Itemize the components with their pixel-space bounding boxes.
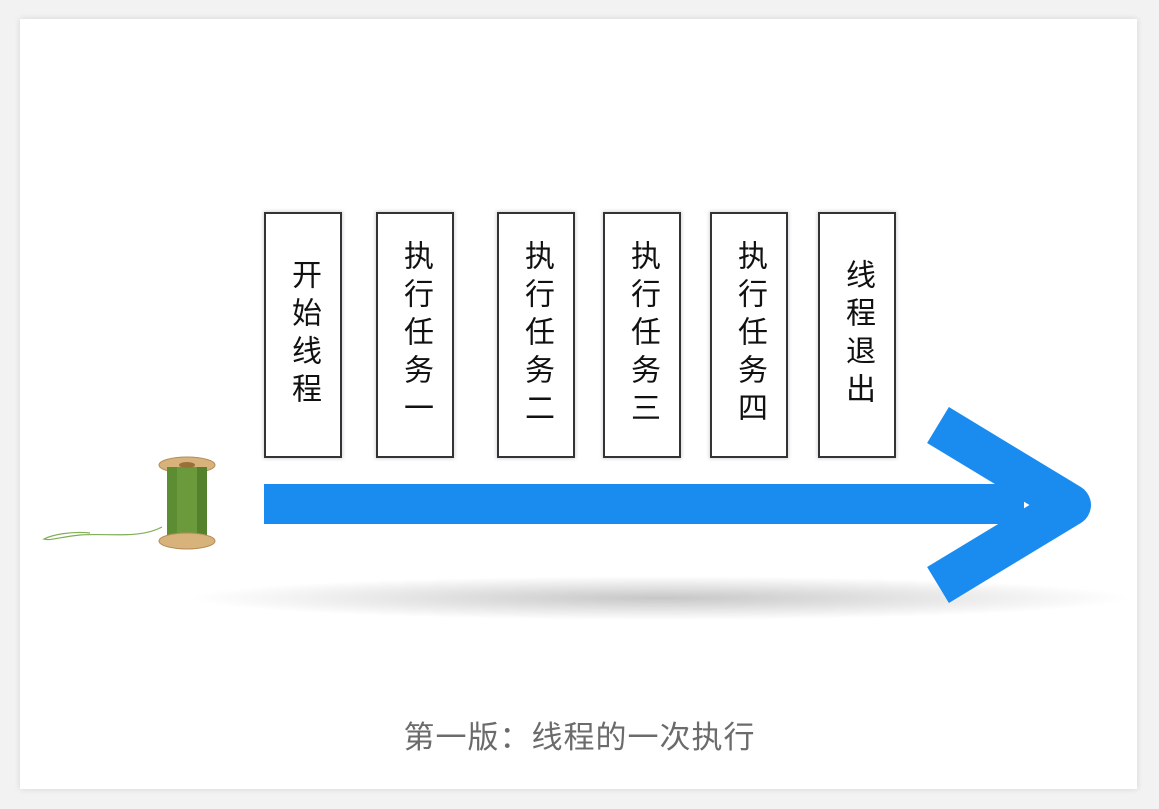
- step-box-task-4: 执行任务四: [710, 212, 788, 458]
- step-label: 执行任务一: [398, 240, 433, 430]
- thread-spool-icon: [42, 456, 216, 550]
- step-box-task-1: 执行任务一: [376, 212, 454, 458]
- arrow-shaft: [264, 484, 1024, 524]
- step-box-task-2: 执行任务二: [497, 212, 575, 458]
- arrow-shadow: [190, 576, 1130, 620]
- step-label: 线程退出: [840, 259, 875, 411]
- diagram-caption: 第一版：线程的一次执行: [403, 720, 756, 756]
- step-box-start-thread: 开始线程: [264, 212, 342, 458]
- step-label: 执行任务二: [519, 240, 554, 430]
- thread-strand: [42, 526, 163, 541]
- step-label: 开始线程: [286, 259, 321, 411]
- timeline-arrow: [190, 407, 1130, 620]
- spool-bottom-rim: [158, 532, 216, 550]
- step-box-thread-exit: 线程退出: [818, 212, 896, 458]
- step-box-task-3: 执行任务三: [603, 212, 681, 458]
- step-label: 执行任务四: [732, 240, 767, 430]
- step-label: 执行任务三: [625, 240, 660, 430]
- diagram-stage: 开始线程 执行任务一 执行任务二 执行任务三 执行任务四 线程退出 第一版：线程…: [0, 0, 1159, 809]
